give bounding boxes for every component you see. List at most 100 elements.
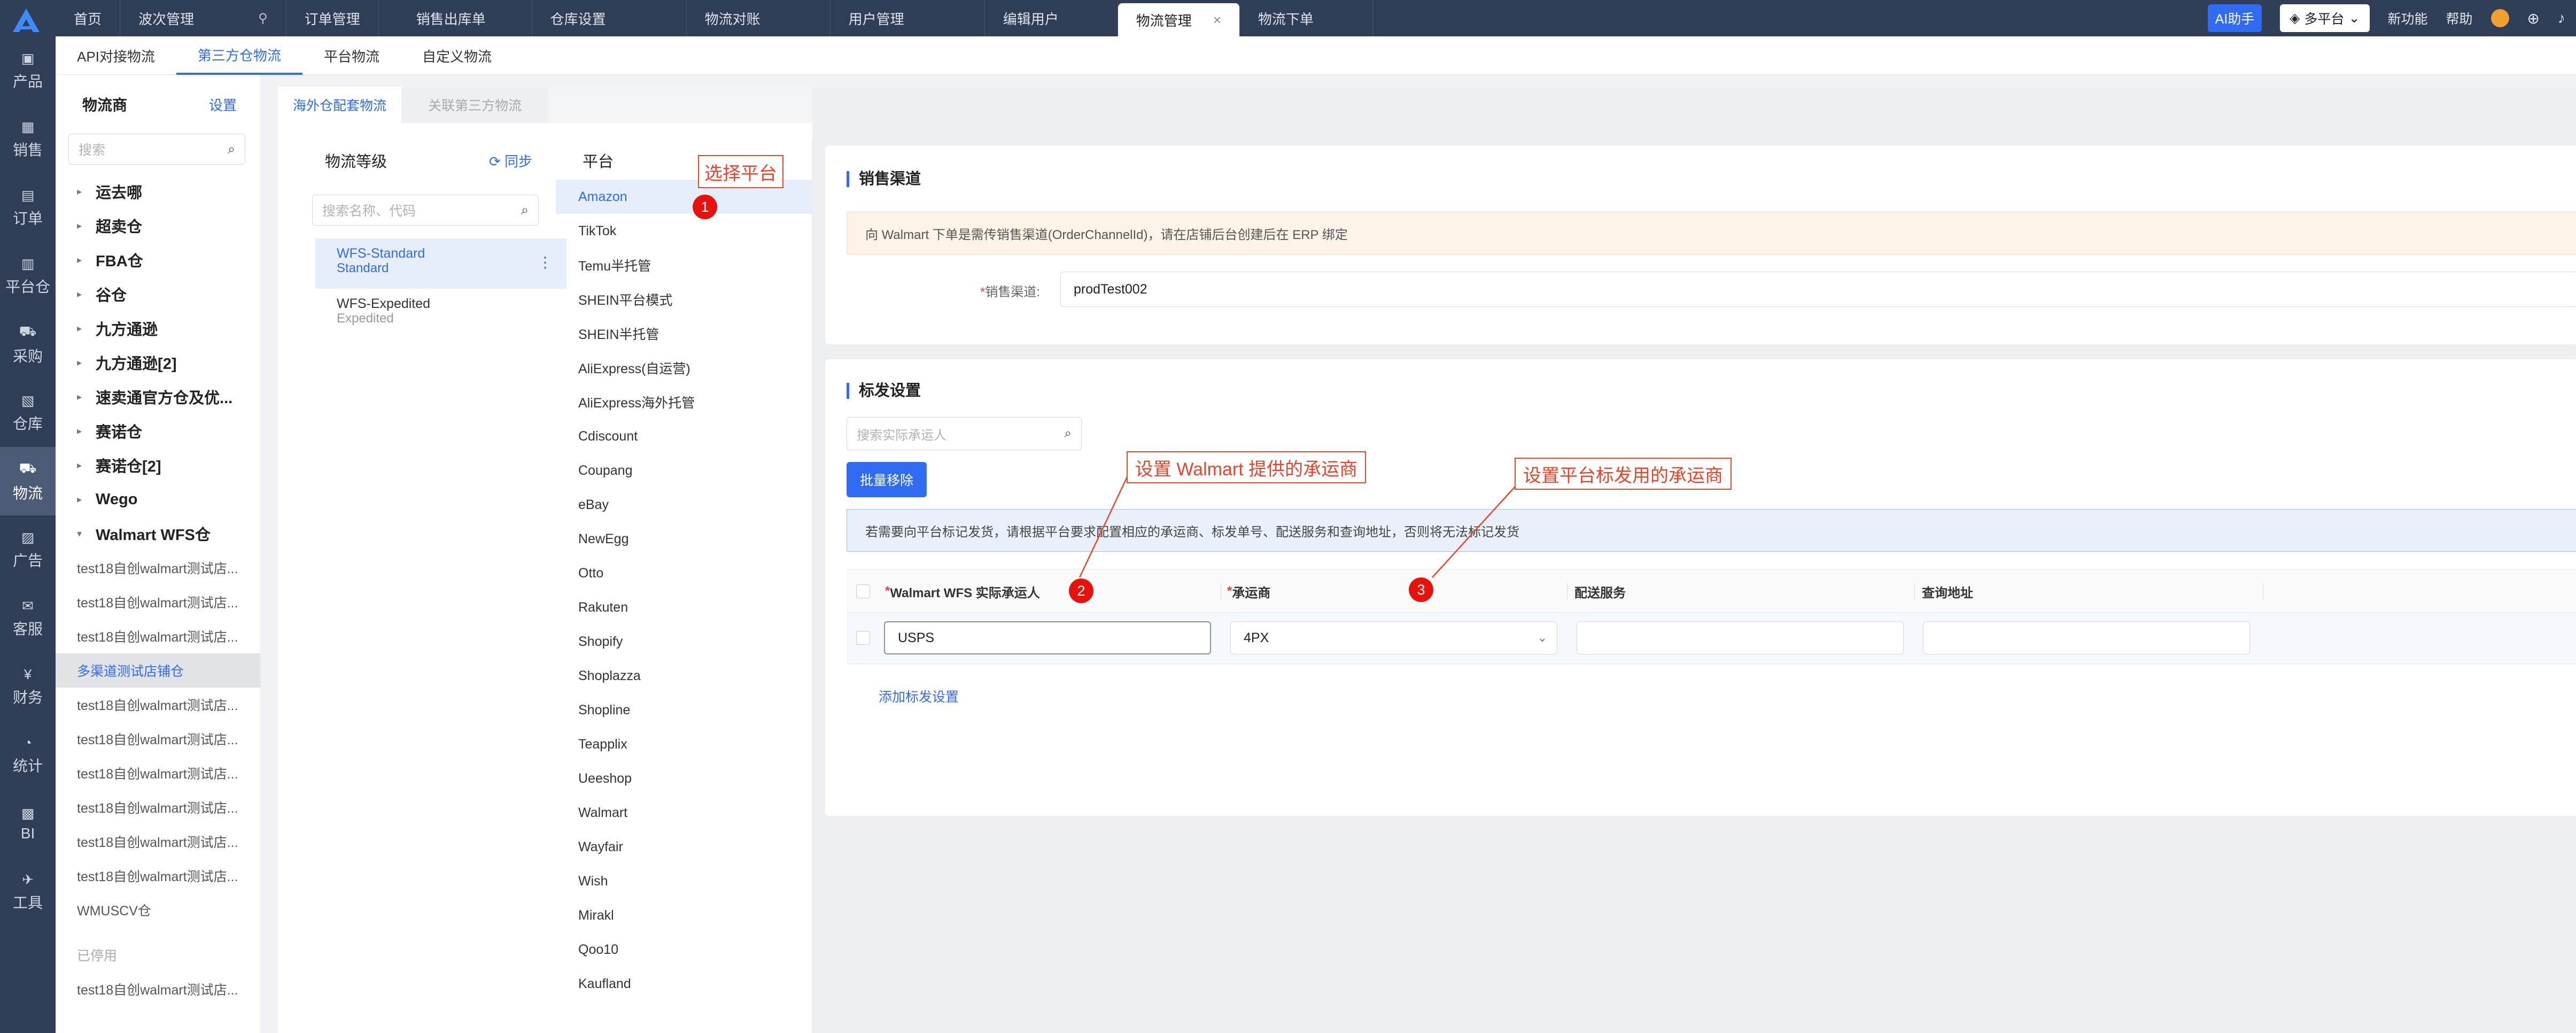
provider-item[interactable]: ▸ 速卖通官方仓及优... (56, 380, 260, 414)
nav-product[interactable]: ▣ 产品 (0, 36, 56, 105)
subnav-api-logistics[interactable]: API对接物流 (56, 36, 176, 75)
platform-item[interactable]: Wayfair (556, 830, 812, 864)
new-feature-link[interactable]: 新功能 (2388, 9, 2428, 28)
wfs-carrier-input[interactable]: USPS (884, 621, 1211, 654)
delivery-service-input[interactable] (1577, 621, 1904, 654)
sales-channel-input[interactable]: prodTest002 (1060, 272, 2576, 307)
subnav-platform-logistics[interactable]: 平台物流 (302, 36, 401, 75)
column-divider[interactable] (1567, 583, 1568, 599)
store-item-selected[interactable]: 多渠道测试店铺仓 (56, 653, 260, 688)
provider-item[interactable]: ▸ 超卖仓 (56, 209, 260, 243)
sync-button[interactable]: ⟳ 同步 (489, 151, 532, 171)
platform-item[interactable]: Coupang (556, 453, 812, 488)
platform-item[interactable]: Rakuten (556, 590, 812, 625)
nav-sales[interactable]: ▦ 销售 (0, 105, 56, 173)
platform-item[interactable]: Qoo10 (556, 932, 812, 967)
level-item[interactable]: WFS-Expedited Expedited (315, 289, 567, 339)
platform-item[interactable]: Shopify (556, 625, 812, 659)
tab-logistics-reconcile[interactable]: 物流对账 (687, 0, 831, 36)
store-item[interactable]: test18自创walmart测试店... (56, 551, 260, 585)
nav-bi[interactable]: ▩ BI (0, 789, 56, 858)
row-checkbox[interactable] (856, 631, 870, 645)
provider-item[interactable]: ▸ 赛诺仓[2] (56, 448, 260, 482)
more-vertical-icon[interactable]: ⋮ (538, 253, 553, 271)
tab-overseas-warehouse-logistics[interactable]: 海外仓配套物流 (278, 87, 402, 123)
carrier-search-input[interactable]: 搜索实际承运人 ⌕ (847, 417, 1082, 450)
platform-item[interactable]: Otto (556, 556, 812, 590)
platform-item[interactable]: SHEIN平台模式 (556, 282, 812, 317)
platform-item[interactable]: Shopline (556, 693, 812, 727)
store-item[interactable]: WMUSCV仓 (56, 893, 260, 927)
tab-edit-user[interactable]: 编辑用户 (985, 0, 1118, 36)
download-icon[interactable]: ⊕ (2527, 10, 2540, 27)
tab-linked-third-party[interactable]: 关联第三方物流 (401, 87, 549, 123)
store-item[interactable]: test18自创walmart测试店... (56, 756, 260, 790)
provider-item[interactable]: ▸ FBA仓 (56, 243, 260, 277)
pin-icon[interactable]: ⚲ (258, 11, 268, 26)
search-icon[interactable]: ⌕ (228, 142, 235, 157)
nav-stats[interactable]: ◔ 统计 (0, 721, 56, 789)
provider-settings-link[interactable]: 设置 (209, 95, 237, 114)
batch-remove-button[interactable]: 批量移除 (847, 462, 927, 497)
level-item-selected[interactable]: WFS-Standard Standard ⋮ (315, 238, 567, 289)
store-item[interactable]: test18自创walmart测试店... (56, 790, 260, 824)
store-item[interactable]: test18自创walmart测试店... (56, 824, 260, 859)
platform-item[interactable]: Temu半托管 (556, 248, 812, 282)
provider-item[interactable]: ▸ Wego (56, 482, 260, 516)
platform-item[interactable]: Teapplix (556, 727, 812, 761)
provider-item[interactable]: ▸ 九方通逊 (56, 311, 260, 345)
query-url-input[interactable] (1923, 621, 2250, 654)
nav-tools[interactable]: ✈ 工具 (0, 858, 56, 926)
tab-wave[interactable]: 波次管理 ⚲ (120, 0, 286, 36)
tab-logistics-management[interactable]: 物流管理 × (1118, 3, 1240, 36)
platform-item[interactable]: AliExpress(自运营) (556, 351, 812, 385)
provider-item[interactable]: ▸ 谷仓 (56, 277, 260, 311)
platform-switch-button[interactable]: ◈ 多平台 ⌄ (2280, 4, 2370, 32)
nav-finance[interactable]: ¥ 财务 (0, 652, 56, 721)
nav-platform-warehouse[interactable]: ▥ 平台仓 (0, 242, 56, 310)
provider-item-walmart-wfs[interactable]: ▾ Walmart WFS仓 (56, 516, 260, 551)
provider-item[interactable]: ▸ 赛诺仓 (56, 414, 260, 448)
avatar[interactable] (2490, 9, 2509, 27)
store-item[interactable]: test18自创walmart测试店... (56, 688, 260, 722)
nav-orders[interactable]: ▤ 订单 (0, 173, 56, 242)
subnav-third-party-warehouse[interactable]: 第三方仓物流 (176, 36, 302, 75)
ai-assistant-button[interactable]: AI助手 (2207, 4, 2262, 32)
tab-logistics-order[interactable]: 物流下单 (1240, 0, 1373, 36)
platform-item[interactable]: Cdiscount (556, 419, 812, 453)
provider-item[interactable]: ▸ 九方通逊[2] (56, 345, 260, 380)
close-icon[interactable]: × (1213, 12, 1221, 28)
platform-item[interactable]: Mirakl (556, 898, 812, 932)
platform-item[interactable]: TikTok (556, 214, 812, 248)
tab-sales-outbound[interactable]: 销售出库单 (379, 0, 532, 36)
store-item[interactable]: test18自创walmart测试店... (56, 859, 260, 893)
tab-warehouse-settings[interactable]: 仓库设置 (532, 0, 687, 36)
platform-item[interactable]: Wish (556, 864, 812, 898)
platform-item[interactable]: NewEgg (556, 522, 812, 556)
platform-item[interactable]: SHEIN半托管 (556, 317, 812, 351)
platform-carrier-select[interactable]: 4PX ⌄ (1230, 621, 1557, 654)
platform-item[interactable]: Kaufland (556, 967, 812, 1001)
search-icon[interactable]: ⌕ (1065, 426, 1072, 441)
tab-home[interactable]: 首页 (56, 0, 121, 36)
tab-user-management[interactable]: 用户管理 (831, 0, 985, 36)
platform-item[interactable]: eBay (556, 488, 812, 522)
nav-logistics[interactable]: ⛟ 物流 (0, 447, 56, 515)
select-all-checkbox[interactable] (856, 584, 870, 598)
help-link[interactable]: 帮助 (2446, 9, 2473, 28)
tab-orders[interactable]: 订单管理 (286, 0, 379, 36)
store-item[interactable]: test18自创walmart测试店... (56, 619, 260, 653)
app-logo-icon[interactable] (10, 6, 43, 34)
platform-item[interactable]: Ueeshop (556, 761, 812, 796)
subnav-custom-logistics[interactable]: 自定义物流 (401, 36, 513, 75)
platform-item[interactable]: Shoplazza (556, 659, 812, 693)
bell-icon[interactable]: ♪ (2558, 10, 2565, 27)
column-divider[interactable] (1914, 583, 1915, 599)
store-item-disabled[interactable]: test18自创walmart测试店... (56, 972, 260, 1006)
store-item[interactable]: test18自创walmart测试店... (56, 585, 260, 619)
nav-warehouse[interactable]: ▧ 仓库 (0, 379, 56, 447)
store-item[interactable]: test18自创walmart测试店... (56, 722, 260, 756)
level-search-input[interactable]: 搜索名称、代码 ⌕ (312, 195, 539, 226)
nav-purchase[interactable]: ⛟ 采购 (0, 310, 56, 379)
nav-ads[interactable]: ▨ 广告 (0, 515, 56, 584)
